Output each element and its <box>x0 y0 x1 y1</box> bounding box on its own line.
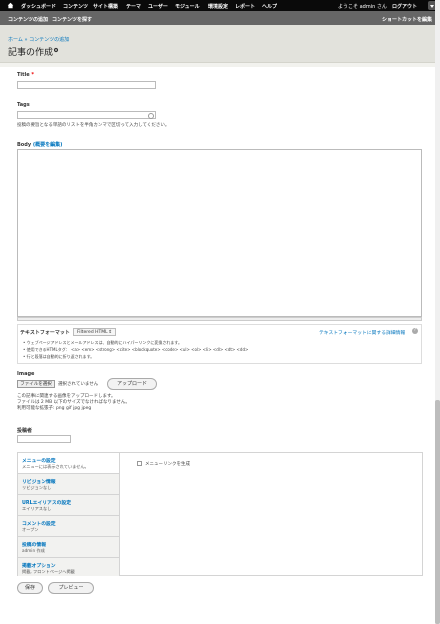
shortcut-add-content[interactable]: コンテンツの追加 <box>8 16 48 23</box>
toolbar-item-content[interactable]: コンテンツ <box>63 3 88 10</box>
text-format-help-link[interactable]: テキストフォーマットに関する詳細情報 <box>319 329 405 336</box>
vtab-authoring[interactable]: 投稿の情報 admin 作成 <box>18 537 119 558</box>
title-label: Title * <box>17 72 34 78</box>
vertical-tabs: メニューの設定 メニューには表示されていません。 リビジョン情報 リビジョンなし… <box>17 452 423 576</box>
text-format-label: テキストフォーマット <box>20 330 70 336</box>
vtab-comments[interactable]: コメントの設定 オープン <box>18 516 119 537</box>
vtab-revision[interactable]: リビジョン情報 リビジョンなし <box>18 474 119 495</box>
toolbar-item-help[interactable]: ヘルプ <box>262 3 277 10</box>
vtab-url-alias[interactable]: URLエイリアスの設定 エイリアスなし <box>18 495 119 516</box>
body-label: Body (概要を編集) <box>17 142 63 148</box>
admin-toolbar: ダッシュボード コンテンツ サイト構築 テーマ ユーザー モジュール 環境設定 … <box>0 0 440 11</box>
shortcut-bar: コンテンツの追加 コンテンツを探す ショートカットを編集 <box>0 11 440 25</box>
toolbar-item-appearance[interactable]: テーマ <box>126 3 141 10</box>
textarea-resize-grip[interactable] <box>17 317 422 321</box>
file-choose-button[interactable]: ファイルを選択 <box>17 380 55 388</box>
format-tip: • 使用できるHTMLタグ： <a> <em> <strong> <cite> … <box>23 347 249 352</box>
title-input[interactable] <box>17 81 156 89</box>
toolbar-item-reports[interactable]: レポート <box>235 3 255 10</box>
help-icon[interactable]: ? <box>412 328 418 334</box>
text-format-select[interactable]: Filtered HTML ⇕ <box>73 328 116 336</box>
tags-description: 投稿の要旨となる単語のリストを半角カンマで区切って入力してください。 <box>17 123 170 128</box>
format-tip: • ウェブページアドレスとメールアドレスは、自動的にハイパーリンクに変換されます… <box>23 340 182 345</box>
toolbar-item-modules[interactable]: モジュール <box>175 3 200 10</box>
save-button[interactable]: 保存 <box>17 582 43 594</box>
toolbar-item-structure[interactable]: サイト構築 <box>93 3 118 10</box>
select-arrow-icon: ⇕ <box>108 330 112 335</box>
author-input[interactable] <box>17 435 71 443</box>
breadcrumb[interactable]: ホーム » コンテンツの追加 <box>8 36 69 43</box>
preview-button[interactable]: プレビュー <box>48 582 94 594</box>
toolbar-item-configuration[interactable]: 環境設定 <box>208 3 228 10</box>
tags-input[interactable] <box>17 111 156 119</box>
home-icon[interactable] <box>7 2 14 9</box>
body-textarea[interactable] <box>17 149 422 317</box>
upload-button[interactable]: アップロード <box>107 378 157 390</box>
vtab-divider <box>119 453 120 575</box>
format-tip: • 行と段落は自動的に折り返されます。 <box>23 354 95 359</box>
edit-summary-link[interactable]: (概要を編集) <box>33 142 63 148</box>
image-description: 利用可能な拡張子: png gif jpg jpeg <box>17 406 92 411</box>
menu-link-checkbox[interactable] <box>137 461 142 466</box>
toolbar-item-dashboard[interactable]: ダッシュボード <box>21 3 56 10</box>
menu-link-checkbox-label[interactable]: メニューリンクを生成 <box>145 461 190 467</box>
edit-shortcuts-link[interactable]: ショートカットを編集 <box>382 16 432 23</box>
welcome-text: ようこそ admin さん <box>338 4 387 10</box>
vtab-menu-settings[interactable]: メニューの設定 メニューには表示されていません。 <box>18 453 119 474</box>
file-none-text: 選択されていません <box>58 382 99 387</box>
header-divider <box>0 62 440 67</box>
tags-label: Tags <box>17 102 30 108</box>
image-label: Image <box>17 371 35 377</box>
gear-icon[interactable] <box>53 47 59 53</box>
page-header: ホーム » コンテンツの追加 記事の作成 <box>0 25 440 62</box>
scrollbar-thumb[interactable] <box>435 400 440 624</box>
autocomplete-icon <box>148 113 154 119</box>
author-label: 投稿者 <box>17 428 33 434</box>
shortcut-find-content[interactable]: コンテンツを探す <box>52 16 92 23</box>
page-title: 記事の作成 <box>8 48 54 58</box>
toolbar-item-people[interactable]: ユーザー <box>148 3 168 10</box>
vtab-publishing[interactable]: 掲載オプション 掲載, フロントページへ掲載 <box>18 558 119 576</box>
logout-link[interactable]: ログアウト <box>392 3 417 10</box>
